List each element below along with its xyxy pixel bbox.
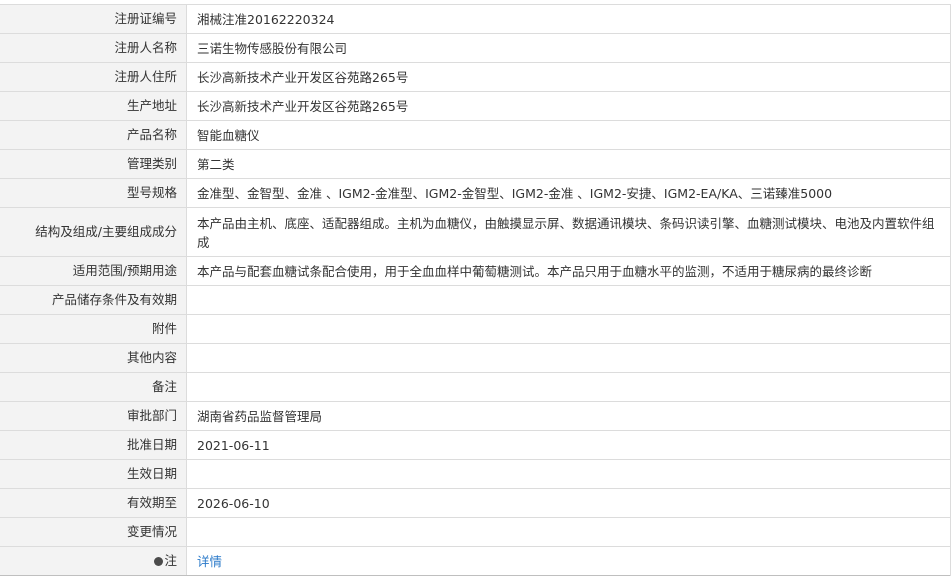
row-valid-until: 有效期至 2026-06-10 bbox=[0, 489, 950, 518]
row-registrant-name: 注册人名称 三诺生物传感股份有限公司 bbox=[0, 34, 950, 63]
row-product-name: 产品名称 智能血糖仪 bbox=[0, 121, 950, 150]
field-label: 注册证编号 bbox=[0, 5, 187, 33]
field-value: 本产品与配套血糖试条配合使用，用于全血血样中葡萄糖测试。本产品只用于血糖水平的监… bbox=[197, 264, 873, 279]
row-structure-composition: 结构及组成/主要组成成分 本产品由主机、底座、适配器组成。主机为血糖仪，由触摸显… bbox=[0, 208, 950, 257]
field-label: 管理类别 bbox=[0, 150, 187, 178]
row-registrant-address: 注册人住所 长沙高新技术产业开发区谷苑路265号 bbox=[0, 63, 950, 92]
field-value: 金准型、金智型、金准 、IGM2-金准型、IGM2-金智型、IGM2-金准 、I… bbox=[197, 186, 833, 201]
field-label: 适用范围/预期用途 bbox=[0, 257, 187, 285]
field-label: 生产地址 bbox=[0, 92, 187, 120]
note-label-text: 注 bbox=[164, 553, 177, 568]
field-label: 批准日期 bbox=[0, 431, 187, 459]
row-approval-department: 审批部门 湖南省药品监督管理局 bbox=[0, 402, 950, 431]
field-value bbox=[187, 373, 950, 401]
field-label: 生效日期 bbox=[0, 460, 187, 488]
field-value: 第二类 bbox=[197, 157, 235, 172]
row-management-category: 管理类别 第二类 bbox=[0, 150, 950, 179]
note-value: 详情 bbox=[187, 547, 950, 575]
field-label: 审批部门 bbox=[0, 402, 187, 430]
field-value: 长沙高新技术产业开发区谷苑路265号 bbox=[197, 70, 409, 85]
field-value bbox=[187, 344, 950, 372]
row-remarks: 备注 bbox=[0, 373, 950, 402]
field-label: 变更情况 bbox=[0, 518, 187, 546]
row-model-spec: 型号规格 金准型、金智型、金准 、IGM2-金准型、IGM2-金智型、IGM2-… bbox=[0, 179, 950, 208]
field-value: 2021-06-11 bbox=[197, 438, 270, 453]
field-value: 2026-06-10 bbox=[197, 496, 270, 511]
row-other-content: 其他内容 bbox=[0, 344, 950, 373]
row-effective-date: 生效日期 bbox=[0, 460, 950, 489]
field-value: 本产品由主机、底座、适配器组成。主机为血糖仪，由触摸显示屏、数据通讯模块、条码识… bbox=[197, 215, 935, 250]
field-value: 智能血糖仪 bbox=[197, 128, 260, 143]
row-attachments: 附件 bbox=[0, 315, 950, 344]
field-label: 产品储存条件及有效期 bbox=[0, 286, 187, 314]
field-label: 结构及组成/主要组成成分 bbox=[0, 208, 187, 256]
registration-detail-table: 注册证编号 湘械注准20162220324 注册人名称 三诺生物传感股份有限公司… bbox=[0, 4, 951, 576]
row-storage-validity: 产品储存条件及有效期 bbox=[0, 286, 950, 315]
field-value: 三诺生物传感股份有限公司 bbox=[197, 41, 348, 56]
field-value bbox=[187, 518, 950, 546]
field-value: 湘械注准20162220324 bbox=[197, 12, 335, 27]
field-value bbox=[187, 460, 950, 488]
field-label: 其他内容 bbox=[0, 344, 187, 372]
field-value: 长沙高新技术产业开发区谷苑路265号 bbox=[197, 99, 409, 114]
field-label: 注册人名称 bbox=[0, 34, 187, 62]
field-label: 有效期至 bbox=[0, 489, 187, 517]
field-value bbox=[187, 315, 950, 343]
row-intended-use: 适用范围/预期用途 本产品与配套血糖试条配合使用，用于全血血样中葡萄糖测试。本产… bbox=[0, 257, 950, 286]
field-label: 注册人住所 bbox=[0, 63, 187, 91]
field-label: 型号规格 bbox=[0, 179, 187, 207]
field-value: 湖南省药品监督管理局 bbox=[197, 409, 323, 424]
details-link[interactable]: 详情 bbox=[197, 552, 222, 571]
row-registration-number: 注册证编号 湘械注准20162220324 bbox=[0, 5, 950, 34]
field-label: 备注 bbox=[0, 373, 187, 401]
row-approval-date: 批准日期 2021-06-11 bbox=[0, 431, 950, 460]
note-label: 注 bbox=[0, 547, 187, 575]
field-label: 附件 bbox=[0, 315, 187, 343]
row-note: 注 详情 bbox=[0, 547, 950, 576]
info-dot-icon bbox=[154, 556, 164, 566]
field-label: 产品名称 bbox=[0, 121, 187, 149]
row-change-status: 变更情况 bbox=[0, 518, 950, 547]
row-production-address: 生产地址 长沙高新技术产业开发区谷苑路265号 bbox=[0, 92, 950, 121]
field-value bbox=[187, 286, 950, 314]
